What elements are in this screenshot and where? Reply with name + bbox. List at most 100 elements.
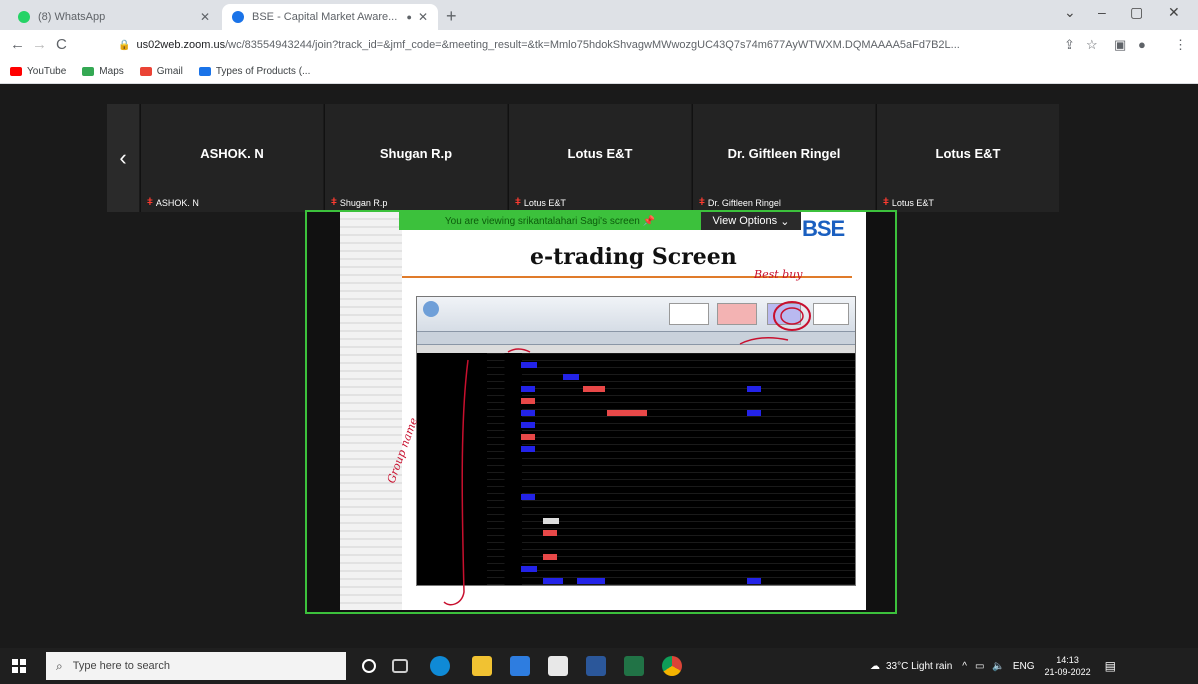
clock-date: 21-09-2022 — [1044, 667, 1091, 677]
maps-icon — [82, 67, 95, 76]
close-window-button[interactable]: ✕ — [1168, 4, 1180, 21]
gmail-icon — [139, 67, 152, 76]
tab-title: BSE - Capital Market Aware... — [252, 11, 398, 23]
bookmarks-bar: YouTube Maps Gmail Types of Products (..… — [0, 60, 1198, 84]
forward-button[interactable]: → — [32, 36, 47, 53]
muted-mic-icon: ǂ — [699, 197, 705, 208]
network-icon[interactable]: ▭ — [975, 661, 984, 672]
bookmark-label: YouTube — [27, 66, 67, 77]
participant-tile[interactable]: Dr. Giftleen Ringel ǂ Dr. Giftleen Ringel — [692, 104, 875, 212]
notifications-icon[interactable]: ▤ — [1105, 659, 1116, 673]
tab-title: (8) WhatsApp — [38, 11, 106, 23]
bookmark-youtube[interactable]: YouTube — [10, 66, 66, 77]
annotation-best-buy: Best buy — [754, 268, 803, 281]
youtube-icon — [10, 67, 22, 76]
meeting-area: ‹ ASHOK. N ǂ ASHOK. N Shugan R.p ǂ Shugan … — [0, 104, 1198, 644]
participant-name: Shugan R.p — [379, 146, 453, 161]
shared-screen: BSE e-trading Screen Best buy Group name… — [305, 210, 897, 614]
chrome-icon[interactable] — [662, 656, 682, 676]
minimize-button[interactable]: – — [1098, 4, 1106, 20]
file-explorer-icon[interactable] — [472, 656, 492, 676]
clock-time: 14:13 — [1056, 655, 1079, 665]
participant-label: ǂ ASHOK. N — [147, 197, 199, 208]
tab-whatsapp[interactable]: (8) WhatsApp ✕ — [8, 4, 220, 30]
bookmark-label: Maps — [99, 66, 124, 77]
weather-icon[interactable]: ☁ — [870, 661, 880, 672]
share-banner: You are viewing srikantalahari Sagi's sc… — [399, 212, 701, 230]
zoom-icon — [232, 11, 244, 23]
bookmark-gmail[interactable]: Gmail — [139, 66, 183, 77]
url-path: /wc/83554943244/join?track_id=&jmf_code=… — [225, 39, 960, 51]
search-placeholder: Type here to search — [72, 660, 170, 672]
pin-icon: 📌 — [642, 215, 656, 227]
clock[interactable]: 14:13 21-09-2022 — [1045, 654, 1091, 678]
bse-logo: BSE — [802, 216, 845, 241]
volume-icon[interactable]: 🔈 — [992, 661, 1004, 672]
muted-mic-icon: ǂ — [147, 197, 153, 208]
browser-tab-bar: (8) WhatsApp ✕ BSE - Capital Market Awar… — [0, 0, 1198, 30]
previous-page-button[interactable]: ‹ — [107, 104, 139, 212]
participant-name: ASHOK. N — [200, 146, 264, 161]
slide-title: e-trading Screen — [530, 244, 737, 270]
tab-bse[interactable]: BSE - Capital Market Aware... ● ✕ — [222, 4, 438, 30]
store-icon[interactable] — [510, 656, 530, 676]
system-tray: ☁ 33°C Light rain ^ ▭ 🔈 ENG 14:13 21-09-… — [870, 648, 1116, 684]
lock-icon: 🔒 — [118, 39, 131, 51]
edge-icon[interactable] — [430, 656, 450, 676]
trading-strip — [417, 331, 855, 345]
taskbar-search[interactable]: ⌕ Type here to search — [46, 652, 346, 680]
word-icon[interactable] — [586, 656, 606, 676]
windows-start-icon[interactable] — [12, 659, 26, 673]
chevron-down-icon: ⌄ — [780, 215, 790, 228]
star-icon[interactable]: ☆ — [1086, 37, 1098, 53]
bookmark-folder-icon — [198, 67, 211, 76]
participant-name: Dr. Giftleen Ringel — [727, 146, 841, 161]
chevron-left-icon: ‹ — [119, 145, 127, 170]
sidebar-icon[interactable]: ▣ — [1114, 37, 1126, 53]
participant-name: Lotus E&T — [935, 146, 1001, 161]
slide-decoration — [340, 212, 402, 610]
task-view-icon[interactable] — [392, 659, 408, 673]
new-tab-button[interactable]: + — [446, 6, 457, 27]
excel-icon[interactable] — [624, 656, 644, 676]
participant-tile[interactable]: Lotus E&T ǂ Lotus E&T — [508, 104, 691, 212]
mail-icon[interactable] — [548, 656, 568, 676]
address-bar[interactable]: 🔒 us02web.zoom.us /wc/83554943244/join?t… — [112, 34, 1054, 56]
participant-tile[interactable]: Lotus E&T ǂ Lotus E&T — [876, 104, 1059, 212]
participant-label: ǂ Dr. Giftleen Ringel — [699, 197, 781, 208]
participant-label: ǂ Shugan R.p — [331, 197, 388, 208]
cortana-icon[interactable] — [362, 659, 376, 673]
profile-icon[interactable]: ● — [1138, 37, 1146, 52]
trading-toolbar — [417, 297, 855, 331]
bookmark-types-of-products[interactable]: Types of Products (... — [198, 66, 310, 77]
share-icon[interactable]: ⇪ — [1064, 37, 1075, 53]
tab-search-icon[interactable]: ⌄ — [1064, 4, 1076, 21]
weather-text[interactable]: 33°C Light rain — [886, 661, 952, 672]
bookmark-maps[interactable]: Maps — [82, 66, 124, 77]
participant-tile[interactable]: ASHOK. N ǂ ASHOK. N — [140, 104, 323, 212]
windows-taskbar: ⌕ Type here to search ☁ 33°C Light rain … — [0, 648, 1198, 684]
trading-screen-image — [416, 296, 856, 586]
menu-icon[interactable]: ⋮ — [1174, 37, 1187, 53]
muted-mic-icon: ǂ — [515, 197, 521, 208]
participant-name: Lotus E&T — [567, 146, 633, 161]
presentation-slide: BSE e-trading Screen Best buy Group name — [340, 212, 866, 610]
chevron-up-icon[interactable]: ^ — [962, 661, 967, 672]
close-tab-icon[interactable]: ✕ — [200, 10, 210, 24]
browser-toolbar: ← → C 🔒 us02web.zoom.us /wc/83554943244/… — [0, 30, 1198, 60]
participant-tile[interactable]: Shugan R.p ǂ Shugan R.p — [324, 104, 507, 212]
participant-label: ǂ Lotus E&T — [883, 197, 934, 208]
back-button[interactable]: ← — [10, 36, 25, 53]
recording-icon: ● — [406, 12, 412, 22]
language-indicator[interactable]: ENG — [1013, 661, 1035, 672]
url-host: us02web.zoom.us — [136, 39, 226, 51]
maximize-button[interactable]: ▢ — [1130, 4, 1143, 21]
bookmark-label: Gmail — [156, 66, 183, 77]
muted-mic-icon: ǂ — [883, 197, 889, 208]
trading-rows — [417, 353, 855, 585]
close-tab-icon[interactable]: ✕ — [418, 10, 428, 24]
search-icon: ⌕ — [56, 658, 63, 673]
participant-label: ǂ Lotus E&T — [515, 197, 566, 208]
reload-button[interactable]: C — [56, 36, 67, 53]
view-options-button[interactable]: View Options ⌄ — [701, 212, 801, 230]
